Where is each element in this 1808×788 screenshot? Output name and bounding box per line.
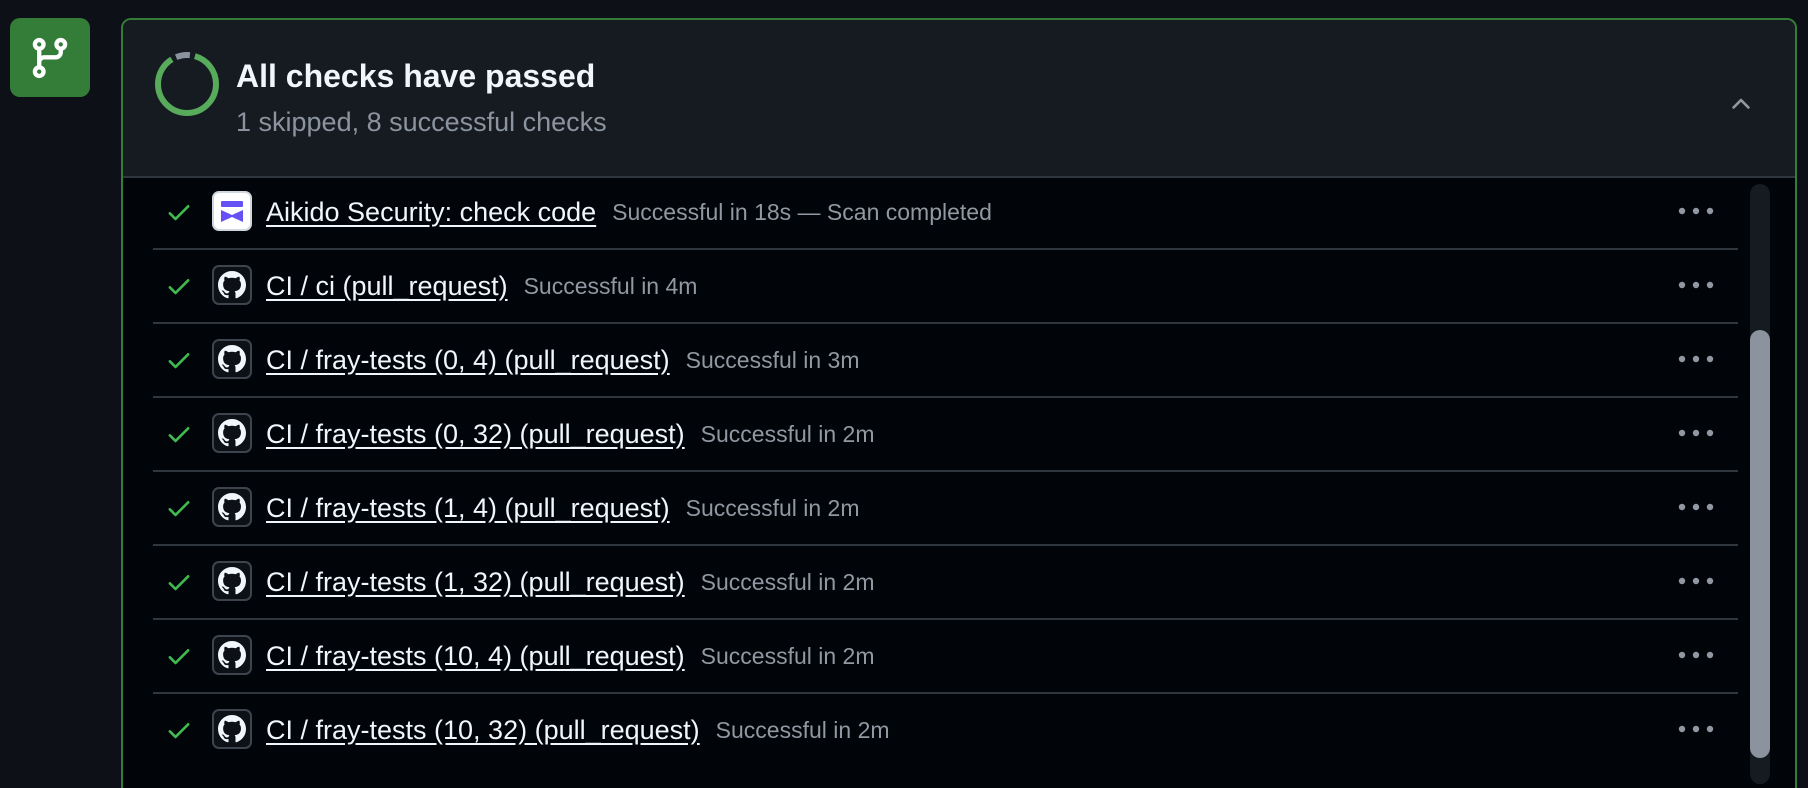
check-description: Successful in 4m — [523, 272, 698, 299]
more-options-button[interactable] — [1676, 640, 1716, 670]
more-options-button[interactable] — [1676, 196, 1716, 226]
check-row: CI / fray-tests (1, 32) (pull_request) S… — [153, 546, 1738, 620]
aikido-icon — [221, 201, 243, 222]
kebab-horizontal-icon — [1678, 725, 1714, 733]
check-name-link[interactable]: CI / fray-tests (0, 32) (pull_request) — [266, 419, 685, 450]
check-row: CI / ci (pull_request) Successful in 4m — [153, 250, 1738, 324]
aikido-icon — [212, 191, 252, 231]
check-description: Successful in 18s — Scan completed — [612, 198, 992, 225]
kebab-horizontal-icon — [1678, 503, 1714, 511]
check-name-link[interactable]: Aikido Security: check code — [266, 197, 596, 228]
check-icon — [168, 427, 190, 443]
check-row: CI / fray-tests (0, 32) (pull_request) S… — [153, 398, 1738, 472]
check-row: CI / fray-tests (0, 4) (pull_request) Su… — [153, 324, 1738, 398]
github-icon — [212, 561, 252, 601]
scrollbar-thumb[interactable] — [1750, 330, 1770, 758]
collapse-button[interactable] — [1723, 86, 1759, 122]
kebab-horizontal-icon — [1678, 207, 1714, 215]
check-icon — [168, 353, 190, 369]
github-icon — [218, 271, 246, 299]
github-icon — [218, 567, 246, 595]
github-icon — [212, 265, 252, 305]
check-name-link[interactable]: CI / fray-tests (1, 32) (pull_request) — [266, 567, 685, 598]
check-icon — [168, 575, 190, 591]
check-icon — [168, 205, 190, 221]
check-description: Successful in 2m — [700, 420, 875, 447]
kebab-horizontal-icon — [1678, 281, 1714, 289]
check-row: CI / fray-tests (10, 4) (pull_request) S… — [153, 620, 1738, 694]
github-icon — [212, 635, 252, 675]
check-name-link[interactable]: CI / ci (pull_request) — [266, 271, 508, 302]
github-icon — [212, 413, 252, 453]
github-icon — [218, 715, 246, 743]
check-icon — [168, 649, 190, 665]
checks-progress-ring — [155, 52, 219, 116]
check-description: Successful in 2m — [715, 716, 890, 743]
check-icon — [168, 501, 190, 517]
github-icon — [212, 487, 252, 527]
check-name-link[interactable]: CI / fray-tests (1, 4) (pull_request) — [266, 493, 670, 524]
check-description: Successful in 2m — [700, 568, 875, 595]
kebab-horizontal-icon — [1678, 577, 1714, 585]
kebab-horizontal-icon — [1678, 429, 1714, 437]
check-name-link[interactable]: CI / fray-tests (10, 32) (pull_request) — [266, 715, 700, 746]
check-row: CI / fray-tests (1, 4) (pull_request) Su… — [153, 472, 1738, 546]
merge-status-badge — [10, 18, 90, 97]
kebab-horizontal-icon — [1678, 355, 1714, 363]
github-icon — [218, 419, 246, 447]
checks-panel: All checks have passed 1 skipped, 8 succ… — [121, 18, 1797, 788]
check-row: Aikido Security: check code Successful i… — [153, 176, 1738, 250]
check-name-link[interactable]: CI / fray-tests (10, 4) (pull_request) — [266, 641, 685, 672]
more-options-button[interactable] — [1676, 344, 1716, 374]
chevron-up-icon — [1732, 98, 1750, 109]
more-options-button[interactable] — [1676, 492, 1716, 522]
checks-title: All checks have passed — [236, 58, 596, 94]
check-icon — [168, 279, 190, 295]
github-icon — [218, 493, 246, 521]
github-icon — [212, 339, 252, 379]
check-name-link[interactable]: CI / fray-tests (0, 4) (pull_request) — [266, 345, 670, 376]
github-icon — [218, 345, 246, 373]
check-description: Successful in 2m — [685, 494, 860, 521]
checks-summary-header: All checks have passed 1 skipped, 8 succ… — [123, 20, 1795, 178]
more-options-button[interactable] — [1676, 418, 1716, 448]
more-options-button[interactable] — [1676, 714, 1716, 744]
checks-list: Aikido Security: check code Successful i… — [153, 176, 1738, 766]
check-row: CI / fray-tests (10, 32) (pull_request) … — [153, 694, 1738, 766]
github-icon — [218, 641, 246, 669]
kebab-horizontal-icon — [1678, 651, 1714, 659]
check-description: Successful in 2m — [700, 642, 875, 669]
more-options-button[interactable] — [1676, 270, 1716, 300]
check-description: Successful in 3m — [685, 346, 860, 373]
github-icon — [212, 709, 252, 749]
more-options-button[interactable] — [1676, 566, 1716, 596]
checks-subtitle: 1 skipped, 8 successful checks — [236, 107, 607, 137]
git-branch-icon — [32, 37, 68, 78]
checks-page: All checks have passed 1 skipped, 8 succ… — [0, 0, 1808, 788]
check-icon — [168, 723, 190, 739]
scrollbar-track[interactable] — [1750, 184, 1770, 784]
